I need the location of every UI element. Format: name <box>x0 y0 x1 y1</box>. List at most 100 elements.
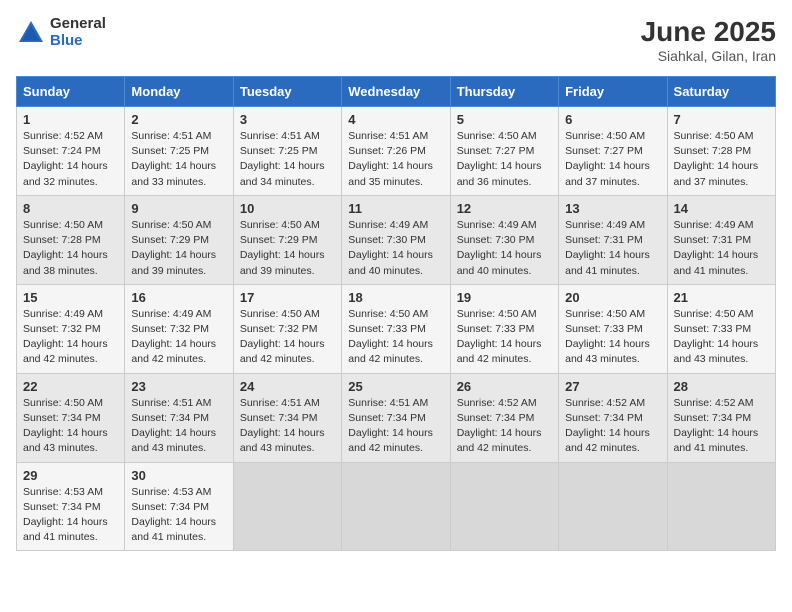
calendar-cell: 9 Sunrise: 4:50 AMSunset: 7:29 PMDaylight… <box>125 195 233 284</box>
header-tuesday: Tuesday <box>233 77 341 107</box>
day-number: 20 <box>565 290 660 305</box>
calendar-cell: 7Sunrise: 4:50 AMSunset: 7:28 PMDaylight… <box>667 107 775 196</box>
calendar-cell: 23 Sunrise: 4:51 AMSunset: 7:34 PMDayligh… <box>125 373 233 462</box>
calendar-week-row: 1 Sunrise: 4:52 AMSunset: 7:24 PMDaylight… <box>17 107 776 196</box>
day-number: 2 <box>131 112 226 127</box>
day-info: Sunrise: 4:51 AMSunset: 7:34 PMDaylight:… <box>131 396 226 457</box>
calendar-week-row: 15 Sunrise: 4:49 AMSunset: 7:32 PMDayligh… <box>17 284 776 373</box>
day-number: 3 <box>240 112 335 127</box>
day-info: Sunrise: 4:50 AMSunset: 7:33 PMDaylight:… <box>674 307 769 368</box>
day-number: 13 <box>565 201 660 216</box>
day-number: 9 <box>131 201 226 216</box>
day-info: Sunrise: 4:53 AMSunset: 7:34 PMDaylight:… <box>23 485 118 546</box>
day-number: 15 <box>23 290 118 305</box>
day-number: 8 <box>23 201 118 216</box>
calendar-cell <box>233 462 341 551</box>
day-info: Sunrise: 4:51 AMSunset: 7:25 PMDaylight:… <box>131 129 226 190</box>
calendar-cell: 17Sunrise: 4:50 AMSunset: 7:32 PMDayligh… <box>233 284 341 373</box>
calendar-cell: 27Sunrise: 4:52 AMSunset: 7:34 PMDayligh… <box>559 373 667 462</box>
calendar-cell: 30 Sunrise: 4:53 AMSunset: 7:34 PMDayligh… <box>125 462 233 551</box>
calendar-cell: 13 Sunrise: 4:49 AMSunset: 7:31 PMDayligh… <box>559 195 667 284</box>
day-info: Sunrise: 4:50 AMSunset: 7:28 PMDaylight:… <box>674 129 769 190</box>
calendar-cell: 1 Sunrise: 4:52 AMSunset: 7:24 PMDaylight… <box>17 107 125 196</box>
day-number: 14 <box>674 201 769 216</box>
calendar-table: SundayMondayTuesdayWednesdayThursdayFrid… <box>16 76 776 551</box>
day-info: Sunrise: 4:52 AMSunset: 7:24 PMDaylight:… <box>23 129 118 190</box>
calendar-cell: 8 Sunrise: 4:50 AMSunset: 7:28 PMDaylight… <box>17 195 125 284</box>
day-info: Sunrise: 4:50 AMSunset: 7:27 PMDaylight:… <box>565 129 660 190</box>
day-number: 10 <box>240 201 335 216</box>
page-header: General Blue June 2025 Siahkal, Gilan, I… <box>16 16 776 64</box>
day-number: 1 <box>23 112 118 127</box>
day-number: 30 <box>131 468 226 483</box>
day-number: 21 <box>674 290 769 305</box>
day-info: Sunrise: 4:51 AMSunset: 7:34 PMDaylight:… <box>240 396 335 457</box>
day-info: Sunrise: 4:50 AMSunset: 7:28 PMDaylight:… <box>23 218 118 279</box>
day-info: Sunrise: 4:50 AMSunset: 7:33 PMDaylight:… <box>457 307 552 368</box>
day-info: Sunrise: 4:50 AMSunset: 7:29 PMDaylight:… <box>131 218 226 279</box>
calendar-cell: 29 Sunrise: 4:53 AMSunset: 7:34 PMDayligh… <box>17 462 125 551</box>
day-info: Sunrise: 4:50 AMSunset: 7:34 PMDaylight:… <box>23 396 118 457</box>
day-info: Sunrise: 4:49 AMSunset: 7:31 PMDaylight:… <box>565 218 660 279</box>
calendar-cell: 15 Sunrise: 4:49 AMSunset: 7:32 PMDayligh… <box>17 284 125 373</box>
day-info: Sunrise: 4:51 AMSunset: 7:26 PMDaylight:… <box>348 129 443 190</box>
calendar-week-row: 29 Sunrise: 4:53 AMSunset: 7:34 PMDayligh… <box>17 462 776 551</box>
calendar-week-row: 22Sunrise: 4:50 AMSunset: 7:34 PMDayligh… <box>17 373 776 462</box>
day-number: 25 <box>348 379 443 394</box>
logo-text: General Blue <box>50 16 106 49</box>
day-number: 4 <box>348 112 443 127</box>
header-monday: Monday <box>125 77 233 107</box>
day-number: 19 <box>457 290 552 305</box>
calendar-cell: 25 Sunrise: 4:51 AMSunset: 7:34 PMDayligh… <box>342 373 450 462</box>
header-friday: Friday <box>559 77 667 107</box>
calendar-cell <box>559 462 667 551</box>
day-number: 12 <box>457 201 552 216</box>
day-info: Sunrise: 4:50 AMSunset: 7:33 PMDaylight:… <box>565 307 660 368</box>
day-number: 24 <box>240 379 335 394</box>
day-info: Sunrise: 4:49 AMSunset: 7:32 PMDaylight:… <box>131 307 226 368</box>
calendar-cell: 6 Sunrise: 4:50 AMSunset: 7:27 PMDaylight… <box>559 107 667 196</box>
calendar-cell: 28Sunrise: 4:52 AMSunset: 7:34 PMDayligh… <box>667 373 775 462</box>
logo-icon <box>16 18 46 48</box>
calendar-cell <box>450 462 558 551</box>
day-info: Sunrise: 4:53 AMSunset: 7:34 PMDaylight:… <box>131 485 226 546</box>
day-info: Sunrise: 4:52 AMSunset: 7:34 PMDaylight:… <box>457 396 552 457</box>
logo-general: General <box>50 16 106 33</box>
day-number: 23 <box>131 379 226 394</box>
calendar-cell: 14 Sunrise: 4:49 AMSunset: 7:31 PMDayligh… <box>667 195 775 284</box>
calendar-header-row: SundayMondayTuesdayWednesdayThursdayFrid… <box>17 77 776 107</box>
day-info: Sunrise: 4:49 AMSunset: 7:31 PMDaylight:… <box>674 218 769 279</box>
header-wednesday: Wednesday <box>342 77 450 107</box>
day-number: 11 <box>348 201 443 216</box>
calendar-cell: 24 Sunrise: 4:51 AMSunset: 7:34 PMDayligh… <box>233 373 341 462</box>
day-info: Sunrise: 4:52 AMSunset: 7:34 PMDaylight:… <box>674 396 769 457</box>
day-info: Sunrise: 4:49 AMSunset: 7:32 PMDaylight:… <box>23 307 118 368</box>
calendar-cell: 12Sunrise: 4:49 AMSunset: 7:30 PMDayligh… <box>450 195 558 284</box>
location: Siahkal, Gilan, Iran <box>641 48 776 64</box>
day-number: 17 <box>240 290 335 305</box>
calendar-cell: 5 Sunrise: 4:50 AMSunset: 7:27 PMDaylight… <box>450 107 558 196</box>
header-sunday: Sunday <box>17 77 125 107</box>
day-info: Sunrise: 4:50 AMSunset: 7:29 PMDaylight:… <box>240 218 335 279</box>
calendar-cell: 3Sunrise: 4:51 AMSunset: 7:25 PMDaylight… <box>233 107 341 196</box>
month-title: June 2025 <box>641 16 776 48</box>
calendar-cell: 21 Sunrise: 4:50 AMSunset: 7:33 PMDayligh… <box>667 284 775 373</box>
day-number: 6 <box>565 112 660 127</box>
day-number: 29 <box>23 468 118 483</box>
header-saturday: Saturday <box>667 77 775 107</box>
calendar-cell: 11 Sunrise: 4:49 AMSunset: 7:30 PMDayligh… <box>342 195 450 284</box>
day-info: Sunrise: 4:49 AMSunset: 7:30 PMDaylight:… <box>348 218 443 279</box>
calendar-cell: 16Sunrise: 4:49 AMSunset: 7:32 PMDayligh… <box>125 284 233 373</box>
calendar-cell: 4 Sunrise: 4:51 AMSunset: 7:26 PMDaylight… <box>342 107 450 196</box>
calendar-cell: 19 Sunrise: 4:50 AMSunset: 7:33 PMDayligh… <box>450 284 558 373</box>
title-block: June 2025 Siahkal, Gilan, Iran <box>641 16 776 64</box>
day-info: Sunrise: 4:51 AMSunset: 7:34 PMDaylight:… <box>348 396 443 457</box>
day-info: Sunrise: 4:50 AMSunset: 7:33 PMDaylight:… <box>348 307 443 368</box>
day-info: Sunrise: 4:50 AMSunset: 7:27 PMDaylight:… <box>457 129 552 190</box>
calendar-cell: 18 Sunrise: 4:50 AMSunset: 7:33 PMDayligh… <box>342 284 450 373</box>
calendar-cell: 2 Sunrise: 4:51 AMSunset: 7:25 PMDaylight… <box>125 107 233 196</box>
calendar-cell: 20 Sunrise: 4:50 AMSunset: 7:33 PMDayligh… <box>559 284 667 373</box>
day-number: 18 <box>348 290 443 305</box>
day-number: 5 <box>457 112 552 127</box>
calendar-cell: 22Sunrise: 4:50 AMSunset: 7:34 PMDayligh… <box>17 373 125 462</box>
